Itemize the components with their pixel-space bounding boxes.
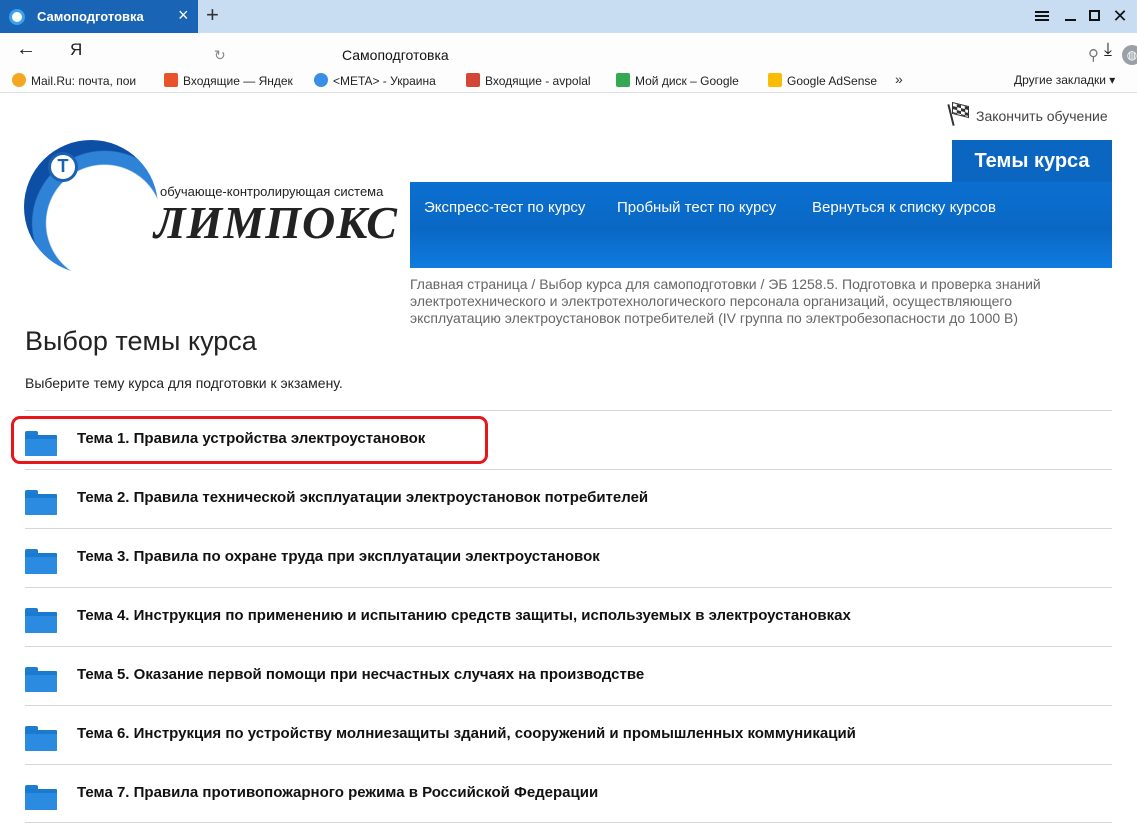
breadcrumb: Главная страница / Выбор курса для самоп… xyxy=(410,276,1100,327)
page-intro: Выберите тему курса для подготовки к экз… xyxy=(25,375,343,391)
bookmark-mailru[interactable]: Mail.Ru: почта, пои xyxy=(12,73,150,89)
topic-item-3[interactable]: Тема 3. Правила по охране труда при эксп… xyxy=(25,528,1112,587)
back-to-courses-link[interactable]: Вернуться к списку курсов xyxy=(812,199,996,216)
bookmark-google-drive[interactable]: Мой диск – Google xyxy=(616,73,752,89)
checkered-flag-icon xyxy=(947,101,970,126)
topic-item-5[interactable]: Тема 5. Оказание первой помощи при несча… xyxy=(25,646,1112,705)
topic-link[interactable]: Тема 7. Правила противопожарного режима … xyxy=(77,784,598,801)
bookmarks-bar: Mail.Ru: почта, пои Входящие — Яндек <ME… xyxy=(0,68,1137,93)
tab-course-topics[interactable]: Темы курса xyxy=(952,140,1112,182)
bookmarks-more-chevron-icon[interactable]: » xyxy=(895,71,903,87)
folder-icon xyxy=(25,785,57,810)
browser-menu-icon[interactable] xyxy=(1032,6,1052,26)
bookmark-label: Мой диск – Google xyxy=(635,74,739,88)
finish-training-label: Закончить обучение xyxy=(976,108,1108,124)
window-close-icon[interactable]: ✕ xyxy=(1110,6,1130,26)
finish-training-link[interactable]: Закончить обучение xyxy=(947,101,1108,126)
google-drive-icon xyxy=(616,73,630,87)
topic-1-highlight-frame xyxy=(11,416,488,464)
mailru-icon xyxy=(12,73,26,87)
gmail-icon xyxy=(466,73,480,87)
new-tab-icon[interactable]: + xyxy=(206,4,219,26)
globe-icon[interactable]: ◍ xyxy=(1122,45,1137,65)
topic-link[interactable]: Тема 4. Инструкция по применению и испыт… xyxy=(77,607,851,624)
folder-icon xyxy=(25,608,57,633)
bookmark-adsense[interactable]: Google AdSense xyxy=(768,73,888,89)
bookmark-gmail[interactable]: Входящие - avpolal xyxy=(466,73,600,89)
browser-tab[interactable]: Самоподготовка × xyxy=(0,0,198,33)
page-title: Выбор темы курса xyxy=(25,326,257,356)
browser-titlebar: Самоподготовка × + ✕ xyxy=(0,0,1137,33)
breadcrumb-separator: / xyxy=(760,276,765,292)
tab-title: Самоподготовка xyxy=(37,9,144,24)
address-text[interactable]: Самоподготовка xyxy=(342,47,449,63)
browser-toolbar: ← Я ↻ Самоподготовка ⚲ ◍ ★ ⤓ xyxy=(0,33,1137,68)
topic-item-4[interactable]: Тема 4. Инструкция по применению и испыт… xyxy=(25,587,1112,646)
minimize-icon[interactable] xyxy=(1060,6,1080,26)
breadcrumb-course-choice-link[interactable]: Выбор курса для самоподготовки xyxy=(539,276,756,292)
topic-item-6[interactable]: Тема 6. Инструкция по устройству молниез… xyxy=(25,705,1112,764)
topic-item-2[interactable]: Тема 2. Правила технической эксплуатации… xyxy=(25,469,1112,528)
folder-icon xyxy=(25,726,57,751)
logo-emblem xyxy=(24,140,158,274)
topic-link[interactable]: Тема 5. Оказание первой помощи при несча… xyxy=(77,666,644,683)
topic-item-7[interactable]: Тема 7. Правила противопожарного режима … xyxy=(25,764,1112,823)
topic-link[interactable]: Тема 3. Правила по охране труда при эксп… xyxy=(77,548,600,565)
trial-test-link[interactable]: Пробный тест по курсу xyxy=(617,199,776,216)
express-test-link[interactable]: Экспресс-тест по курсу xyxy=(424,199,585,216)
breadcrumb-home-link[interactable]: Главная страница xyxy=(410,276,528,292)
meta-icon xyxy=(314,73,328,87)
bookmark-meta[interactable]: <META> - Украина xyxy=(314,73,450,89)
download-icon[interactable]: ⤓ xyxy=(1104,39,1112,60)
adsense-icon xyxy=(768,73,782,87)
mail-icon xyxy=(164,73,178,87)
bookmark-label: Google AdSense xyxy=(787,74,878,88)
topic-list: Тема 1. Правила устройства электроустано… xyxy=(25,410,1112,823)
address-bar[interactable]: ↻ Самоподготовка ⚲ ◍ ★ xyxy=(102,38,1137,65)
topic-link[interactable]: Тема 2. Правила технической эксплуатации… xyxy=(77,489,648,506)
logo-name: ЛИМПОКС xyxy=(154,197,398,248)
maximize-icon[interactable] xyxy=(1085,6,1105,26)
logo-letter: Т xyxy=(48,152,78,182)
bookmark-label: Входящие — Яндек xyxy=(183,74,293,88)
folder-icon xyxy=(25,667,57,692)
course-nav: Экспресс-тест по курсу Пробный тест по к… xyxy=(410,182,1112,268)
folder-icon xyxy=(25,490,57,515)
bookmark-label: Mail.Ru: почта, пои xyxy=(31,74,137,88)
bookmark-label: <META> - Украина xyxy=(333,74,436,88)
folder-icon xyxy=(25,549,57,574)
breadcrumb-separator: / xyxy=(531,276,536,292)
close-tab-icon[interactable]: × xyxy=(178,6,189,24)
bookmark-label: Входящие - avpolal xyxy=(485,74,591,88)
other-bookmarks[interactable]: Другие закладки ▾ xyxy=(1014,73,1115,87)
reload-icon[interactable]: ↻ xyxy=(214,47,226,64)
olimpoks-logo[interactable]: Т обучающе-контролирующая система ЛИМПОК… xyxy=(24,140,397,275)
back-arrow-icon[interactable]: ← xyxy=(16,38,36,61)
zoom-icon[interactable]: ⚲ xyxy=(1088,46,1099,64)
yandex-logo[interactable]: Я xyxy=(70,40,82,60)
topic-link[interactable]: Тема 6. Инструкция по устройству молниез… xyxy=(77,725,856,742)
bookmark-yandex-mail[interactable]: Входящие — Яндек xyxy=(164,73,298,89)
site-favicon-icon xyxy=(9,9,25,25)
